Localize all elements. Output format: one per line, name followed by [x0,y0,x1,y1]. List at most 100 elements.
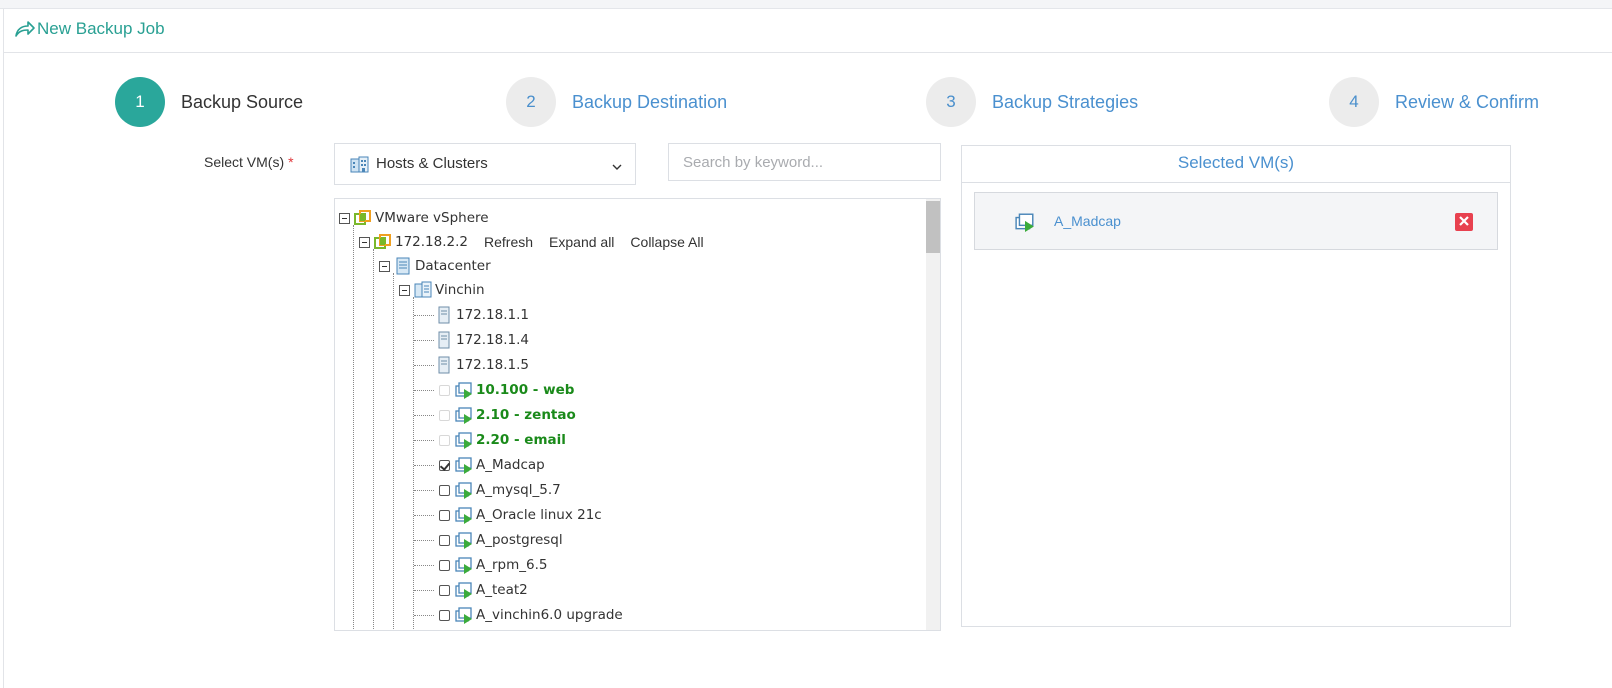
vm-checkbox[interactable] [439,509,450,521]
vsphere-icon [354,209,372,227]
tree-guide-line [413,297,414,630]
tree-node-cluster[interactable]: Vinchin [399,279,485,301]
step-backup-source[interactable]: 1 Backup Source [115,76,303,128]
backup-job-page: New Backup Job 1 Backup Source 2 Backup … [0,0,1612,688]
close-icon [1459,213,1469,231]
collapse-all-link[interactable]: Collapse All [630,234,703,250]
tree-node-vm[interactable]: 2.10 - zentao [439,404,576,426]
select-vms-label: Select VM(s) * [204,154,294,170]
tree-node-vm[interactable]: A_teat2 [439,579,528,601]
server-icon [435,331,453,349]
required-mark: * [288,154,294,170]
collapse-toggle-icon[interactable] [339,212,350,224]
tree-branch [414,590,434,591]
step-label: Backup Strategies [992,91,1139,112]
vm-running-icon [455,531,473,549]
tree-node-vm[interactable]: A_rpm_6.5 [439,554,547,576]
vm-running-icon [1015,212,1035,232]
step-number: 1 [115,77,165,127]
vm-checkbox[interactable] [439,384,450,396]
vm-running-icon [455,606,473,624]
tree-node-vm[interactable]: A_Oracle linux 21c [439,504,602,526]
tree-node-label: 172.18.2.2 [395,234,468,250]
cluster-icon [414,281,432,299]
vm-checkbox[interactable] [439,534,450,546]
step-label: Backup Source [181,91,304,112]
tree-branch [414,615,434,616]
vm-checkbox[interactable] [439,559,450,571]
tree-node-vm[interactable]: A_Madcap [439,454,545,476]
view-select-dropdown[interactable]: Hosts & Clusters [334,143,636,185]
collapse-toggle-icon[interactable] [399,284,410,296]
page-header: New Backup Job [3,9,1612,53]
tree-node-vm[interactable]: A_postgresql [439,529,563,551]
tree-scrollbar[interactable] [926,199,940,630]
step-number: 2 [506,77,556,127]
refresh-link[interactable]: Refresh [484,234,533,250]
building-icon [350,156,370,173]
tree-branch [414,315,434,316]
vsphere-host-icon [374,233,392,251]
chevron-down-icon [612,159,622,170]
step-number: 3 [926,77,976,127]
vm-tree-panel[interactable]: VMware vSphere 172.18.2.2 Refresh Expand… [334,198,941,631]
step-review-confirm[interactable]: 4 Review & Confirm [1329,76,1539,128]
page-title: New Backup Job [37,19,165,38]
vm-checkbox[interactable] [439,434,450,446]
vm-checkbox[interactable] [439,484,450,496]
tree-node-label: A_rpm_6.5 [476,557,548,573]
tree-node-label: A_teat2 [476,582,528,598]
tree-node-vm[interactable]: 10.100 - web [439,379,574,401]
vm-checkbox[interactable] [439,609,450,621]
tree-node-esxi-host[interactable]: 172.18.1.1 [435,304,529,326]
tree-guide-line [353,225,354,630]
server-icon [435,306,453,324]
vm-checkbox[interactable] [439,409,450,421]
tree-branch [414,365,434,366]
search-input[interactable] [668,143,941,181]
tree-branch [414,415,434,416]
tree-branch [414,490,434,491]
selected-vms-title: Selected VM(s) [962,146,1510,183]
tree-node-vsphere[interactable]: VMware vSphere [339,207,489,229]
step-number: 4 [1329,77,1379,127]
tree-branch [414,465,434,466]
vm-running-icon [455,581,473,599]
tree-node-label: VMware vSphere [375,210,489,226]
top-strip [0,0,1612,9]
tree-node-label: A_mysql_5.7 [476,482,561,498]
tree-node-label: 172.18.1.5 [456,357,529,373]
selected-vm-item: A_Madcap [974,192,1498,250]
server-icon [435,356,453,374]
vm-running-icon [455,406,473,424]
vm-checkbox[interactable] [439,459,450,471]
tree-node-datacenter[interactable]: Datacenter [379,255,491,277]
step-backup-strategies[interactable]: 3 Backup Strategies [926,76,1138,128]
tree-branch [414,515,434,516]
tree-branch [414,565,434,566]
selected-vm-name: A_Madcap [1054,213,1121,229]
tree-node-vm[interactable]: 2.20 - email [439,429,566,451]
tree-node-label: 2.10 - zentao [476,407,576,423]
collapse-toggle-icon[interactable] [359,236,370,248]
tree-node-esxi-host[interactable]: 172.18.1.5 [435,354,529,376]
vm-running-icon [455,506,473,524]
tree-node-label: Vinchin [435,282,485,298]
scrollbar-thumb[interactable] [926,201,940,253]
tree-node-host[interactable]: 172.18.2.2 Refresh Expand all Collapse A… [359,231,704,253]
tree-node-label: Datacenter [415,258,491,274]
tree-node-label: A_Oracle linux 21c [476,507,602,523]
vm-running-icon [455,481,473,499]
remove-vm-button[interactable] [1455,213,1473,231]
expand-all-link[interactable]: Expand all [549,234,614,250]
tree-node-vm[interactable]: A_vinchin6.0 upgrade [439,604,623,626]
tree-node-vm[interactable]: A_mysql_5.7 [439,479,561,501]
collapse-toggle-icon[interactable] [379,260,390,272]
view-select-value: Hosts & Clusters [376,155,488,172]
step-backup-destination[interactable]: 2 Backup Destination [506,76,727,128]
tree-branch [414,440,434,441]
tree-node-label: 172.18.1.4 [456,332,529,348]
datacenter-icon [394,257,412,275]
vm-checkbox[interactable] [439,584,450,596]
tree-node-esxi-host[interactable]: 172.18.1.4 [435,329,529,351]
